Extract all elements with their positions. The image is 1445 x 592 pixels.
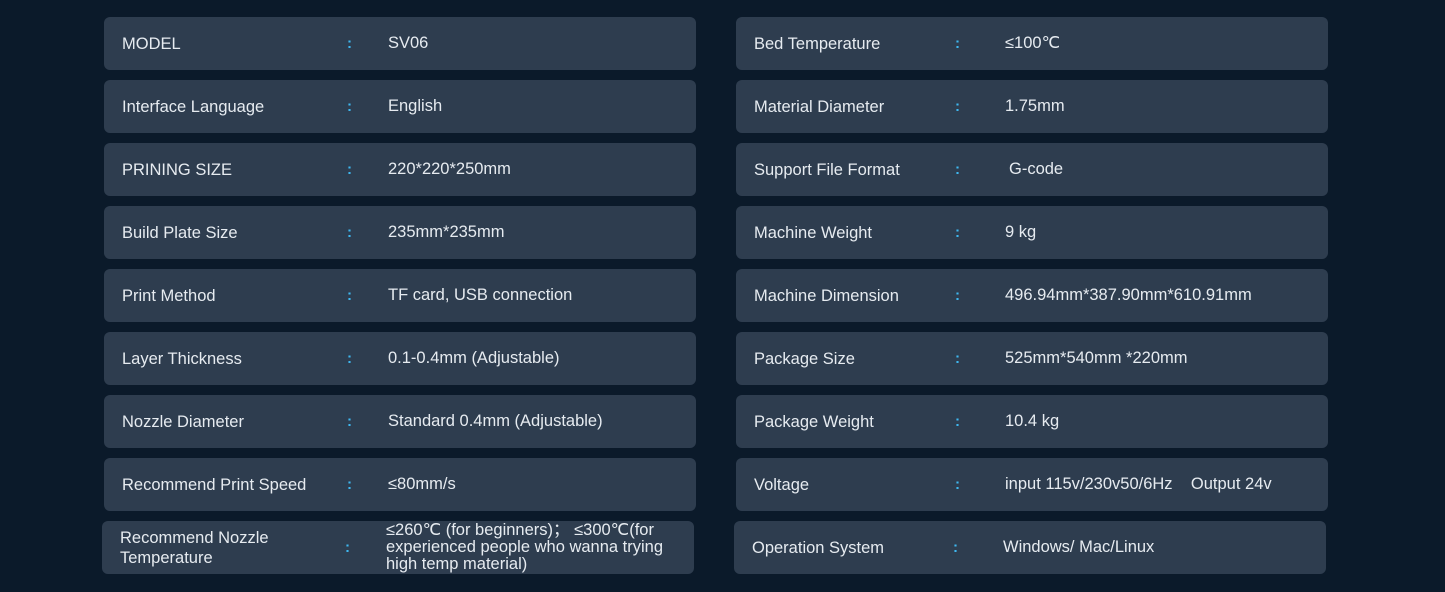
spec-value: 525mm*540mm *220mm [1005,349,1188,367]
spec-label: Recommend Nozzle Temperature [120,528,269,567]
separator: : [955,476,960,493]
separator: : [955,350,960,367]
spec-value: ≤100℃ [1005,34,1061,52]
spec-row-nozzle-diameter: Nozzle Diameter : Standard 0.4mm (Adjust… [104,395,696,448]
spec-label: Package Size [754,349,855,368]
spec-label: MODEL [122,34,181,53]
spec-value: 220*220*250mm [388,160,511,178]
spec-label: Material Diameter [754,97,885,116]
spec-column-right: Bed Temperature : ≤100℃ Material Diamete… [734,17,1328,584]
spec-column-left: MODEL : SV06 Interface Language : Englis… [102,17,696,584]
spec-row-recommend-nozzle-temperature: Recommend Nozzle Temperature : ≤260℃ (fo… [102,521,694,574]
spec-label: Layer Thickness [122,349,242,368]
spec-row-support-file-format: Support File Format : G-code [736,143,1328,196]
spec-row-build-plate-size: Build Plate Size : 235mm*235mm [104,206,696,259]
spec-row-print-method: Print Method : TF card, USB connection [104,269,696,322]
spec-row-machine-weight: Machine Weight : 9 kg [736,206,1328,259]
spec-row-recommend-print-speed: Recommend Print Speed : ≤80mm/s [104,458,696,511]
spec-value: 496.94mm*387.90mm*610.91mm [1005,286,1252,304]
spec-value: Windows/ Mac/Linux [1003,538,1155,556]
spec-label: Operation System [752,538,885,557]
separator: : [345,539,350,556]
spec-value: 1.75mm [1005,97,1065,115]
spec-label: Nozzle Diameter [122,412,244,431]
spec-row-machine-dimension: Machine Dimension : 496.94mm*387.90mm*61… [736,269,1328,322]
spec-label: PRINING SIZE [122,160,233,179]
separator: : [347,350,352,367]
spec-value: input 115v/230v50/6Hz Output 24v [1005,475,1272,493]
spec-value: TF card, USB connection [388,286,573,304]
spec-row-model: MODEL : SV06 [104,17,696,70]
spec-label: Support File Format [754,160,900,179]
spec-label: Interface Language [122,97,265,116]
separator: : [347,224,352,241]
spec-label: Print Method [122,286,216,305]
spec-row-material-diameter: Material Diameter : 1.75mm [736,80,1328,133]
spec-value: ≤80mm/s [388,475,456,493]
spec-row-layer-thickness: Layer Thickness : 0.1-0.4mm (Adjustable) [104,332,696,385]
spec-label: Machine Dimension [754,286,899,305]
separator: : [955,287,960,304]
spec-row-package-size: Package Size : 525mm*540mm *220mm [736,332,1328,385]
separator: : [347,98,352,115]
spec-value: G-code [1009,160,1064,178]
spec-value: SV06 [388,34,429,52]
separator: : [955,35,960,52]
spec-label: Package Weight [754,412,874,431]
spec-row-package-weight: Package Weight : 10.4 kg [736,395,1328,448]
separator: : [347,413,352,430]
spec-value: 235mm*235mm [388,223,505,241]
spec-row-printing-size: PRINING SIZE : 220*220*250mm [104,143,696,196]
separator: : [955,224,960,241]
spec-label: Voltage [754,475,810,494]
separator: : [955,413,960,430]
spec-value: English [388,97,443,115]
separator: : [953,539,958,556]
spec-row-operation-system: Operation System : Windows/ Mac/Linux [734,521,1326,574]
separator: : [347,287,352,304]
separator: : [955,98,960,115]
spec-value: 0.1-0.4mm (Adjustable) [388,349,560,367]
spec-label: Build Plate Size [122,223,238,242]
separator: : [347,35,352,52]
spec-label: Recommend Print Speed [122,475,307,494]
spec-label: Machine Weight [754,223,873,242]
spec-row-interface-language: Interface Language : English [104,80,696,133]
spec-label: Bed Temperature [754,34,881,53]
spec-value: ≤260℃ (for beginners)； ≤300℃(for experie… [386,521,664,573]
separator: : [955,161,960,178]
spec-row-bed-temperature: Bed Temperature : ≤100℃ [736,17,1328,70]
separator: : [347,476,352,493]
spec-value: 10.4 kg [1005,412,1060,430]
separator: : [347,161,352,178]
spec-value: 9 kg [1005,223,1037,241]
spec-row-voltage: Voltage : input 115v/230v50/6Hz Output 2… [736,458,1328,511]
spec-value: Standard 0.4mm (Adjustable) [388,412,603,430]
